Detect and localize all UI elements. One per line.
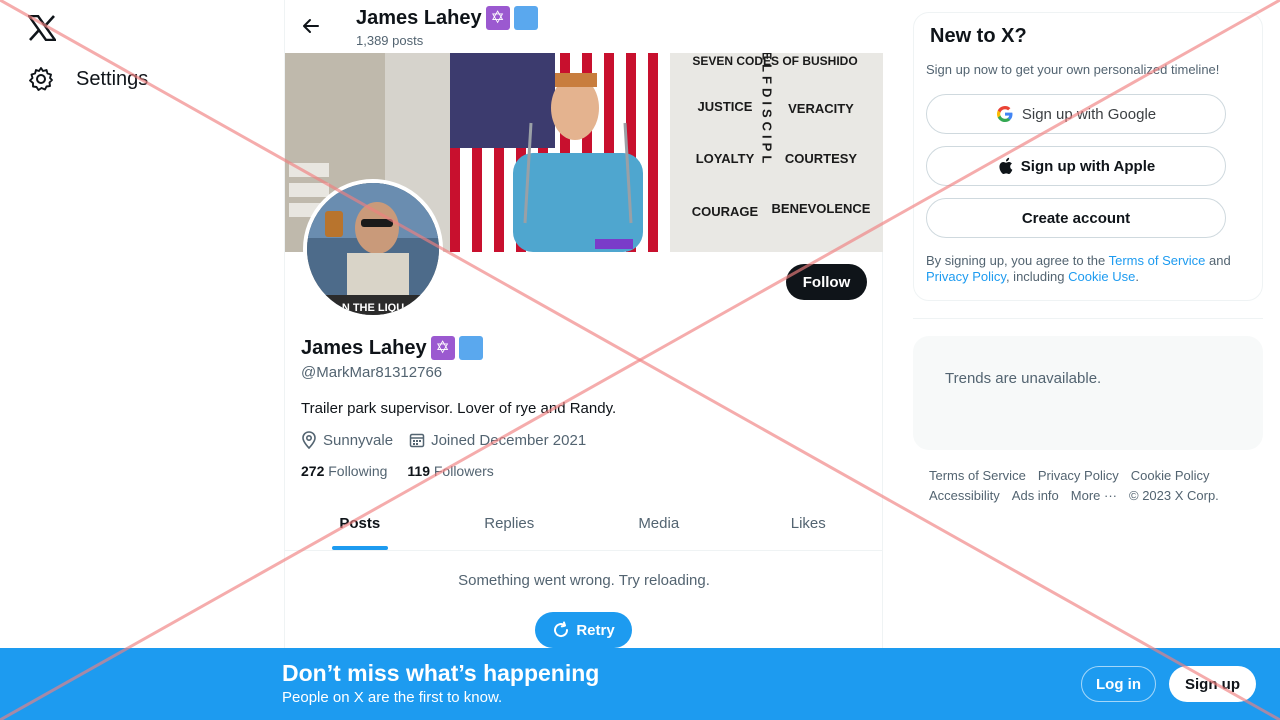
profile-top-bar: James Lahey ✡ 1,389 posts: [285, 0, 883, 53]
legal-and: and: [1205, 253, 1231, 268]
tab-posts[interactable]: Posts: [285, 497, 435, 550]
back-button[interactable]: [297, 12, 325, 40]
location-text: Sunnyvale: [323, 431, 394, 449]
trends-message: Trends are unavailable.: [945, 370, 1102, 387]
tab-active-indicator: [331, 546, 388, 550]
terms-link[interactable]: Terms of Service: [1109, 253, 1206, 268]
bottom-banner-subtitle: People on X are the first to know.: [282, 689, 503, 706]
left-nav: Settings: [0, 0, 284, 720]
profile-name: James Lahey: [301, 336, 427, 359]
profile-tabs: Posts Replies Media Likes: [285, 497, 883, 551]
google-icon: [996, 106, 1013, 122]
tab-label: Media: [638, 515, 680, 532]
banner-code-right-1: VERACITY: [788, 101, 854, 116]
footer-privacy-link[interactable]: Privacy Policy: [1038, 466, 1119, 486]
banner-codes-title: SEVEN CODES OF BUSHIDO: [692, 54, 857, 68]
profile-meta: Sunnyvale Joined December 2021: [301, 431, 602, 449]
profile-handle: @MarkMar81312766: [301, 364, 443, 381]
google-signup-label: Sign up with Google: [1021, 105, 1157, 123]
feed-error-message: Something went wrong. Try reloading.: [458, 572, 710, 589]
footer-more-link[interactable]: More ···: [1071, 486, 1117, 506]
banner-code-right-3: BENEVOLENCE: [772, 201, 871, 216]
tab-likes[interactable]: Likes: [734, 497, 884, 550]
gear-icon: [29, 67, 53, 91]
footer-cookie-link[interactable]: Cookie Policy: [1131, 466, 1210, 486]
trends-box: Trends are unavailable.: [913, 336, 1263, 450]
footer-accessibility-link[interactable]: Accessibility: [929, 486, 1000, 506]
header-name: James Lahey: [356, 6, 482, 29]
avatar[interactable]: N THE LIQU: [303, 179, 443, 319]
arrow-left-icon: [303, 19, 319, 33]
joined-text: Joined December 2021: [431, 431, 587, 449]
tab-label: Likes: [790, 515, 826, 532]
signup-card: New to X? Sign up now to get your own pe…: [913, 12, 1263, 301]
footer-terms-link[interactable]: Terms of Service: [929, 466, 1026, 486]
banner-center-word: SELFDISCIPL: [760, 53, 775, 167]
legal-including: , including: [1005, 269, 1069, 284]
profile-bio: Trailer park supervisor. Lover of rye an…: [301, 400, 617, 417]
tab-label: Replies: [484, 515, 535, 532]
star-of-david-icon: ✡: [430, 336, 455, 360]
footer-links: Terms of Service Privacy Policy Cookie Pol…: [929, 466, 1249, 506]
joined-item: Joined December 2021: [409, 432, 586, 449]
signup-subtitle: Sign up now to get your own personalized…: [926, 62, 1220, 77]
cookie-link[interactable]: Cookie Use: [1068, 269, 1135, 284]
footer-ads-info-link[interactable]: Ads info: [1012, 486, 1059, 506]
tab-media[interactable]: Media: [584, 497, 734, 550]
tab-replies[interactable]: Replies: [435, 497, 585, 550]
location-item: Sunnyvale: [301, 431, 393, 449]
retry-button[interactable]: Retry: [535, 612, 632, 648]
refresh-icon: [554, 621, 569, 638]
x-logo-icon[interactable]: [26, 12, 58, 44]
legal-end: .: [1135, 269, 1139, 284]
signup-button[interactable]: Sign up: [1169, 666, 1256, 702]
header-posts-count: 1,389 posts: [356, 33, 424, 48]
banner-code-left-1: JUSTICE: [698, 99, 753, 114]
tab-label: Posts: [339, 515, 381, 532]
google-signup-button[interactable]: Sign up with Google: [926, 94, 1226, 134]
apple-signup-button[interactable]: Sign up with Apple: [926, 146, 1226, 186]
bottom-banner-title: Don’t miss what’s happening: [282, 660, 600, 686]
following-label: Following: [328, 463, 388, 479]
banner-code-left-2: LOYALTY: [696, 151, 755, 166]
apple-signup-label: Sign up with Apple: [1020, 157, 1156, 175]
followers-stat[interactable]: 119 Followers: [407, 463, 493, 479]
calendar-icon: [409, 433, 425, 448]
footer-copyright: © 2023 X Corp.: [1129, 488, 1219, 503]
apple-icon: [999, 157, 1013, 174]
profile-column: James Lahey ✡ 1,389 posts SEVEN CODES OF…: [284, 0, 883, 720]
following-stat[interactable]: 272 Following: [301, 463, 387, 479]
profile-name-row: James Lahey ✡: [301, 336, 483, 360]
create-account-button[interactable]: Create account: [926, 198, 1226, 238]
bottom-signup-banner: Don’t miss what’s happening People on X …: [0, 648, 1280, 720]
star-of-david-icon: ✡: [485, 6, 510, 30]
retry-label: Retry: [576, 621, 615, 639]
login-button[interactable]: Log in: [1081, 666, 1156, 702]
header-name-row: James Lahey ✡: [356, 6, 538, 30]
blue-square-icon: [513, 6, 538, 30]
profile-stats: 272 Following 119 Followers: [301, 463, 494, 479]
banner-code-right-2: COURTESY: [785, 151, 858, 166]
legal-prefix: By signing up, you agree to the: [926, 253, 1109, 268]
location-pin-icon: [302, 431, 316, 449]
signup-title: New to X?: [930, 25, 1027, 47]
privacy-link[interactable]: Privacy Policy: [926, 269, 1006, 284]
divider: [913, 318, 1263, 319]
follow-button[interactable]: Follow: [786, 264, 867, 300]
signup-legal-text: By signing up, you agree to the Terms of…: [926, 253, 1256, 285]
blue-square-icon: [458, 336, 483, 360]
avatar-caption: N THE LIQU: [342, 302, 404, 314]
banner-code-left-3: COURAGE: [692, 204, 759, 219]
following-count: 272: [301, 463, 325, 479]
followers-label: Followers: [433, 463, 494, 479]
nav-settings-label: Settings: [76, 67, 149, 90]
nav-settings[interactable]: Settings: [28, 66, 148, 92]
followers-count: 119: [407, 463, 430, 479]
